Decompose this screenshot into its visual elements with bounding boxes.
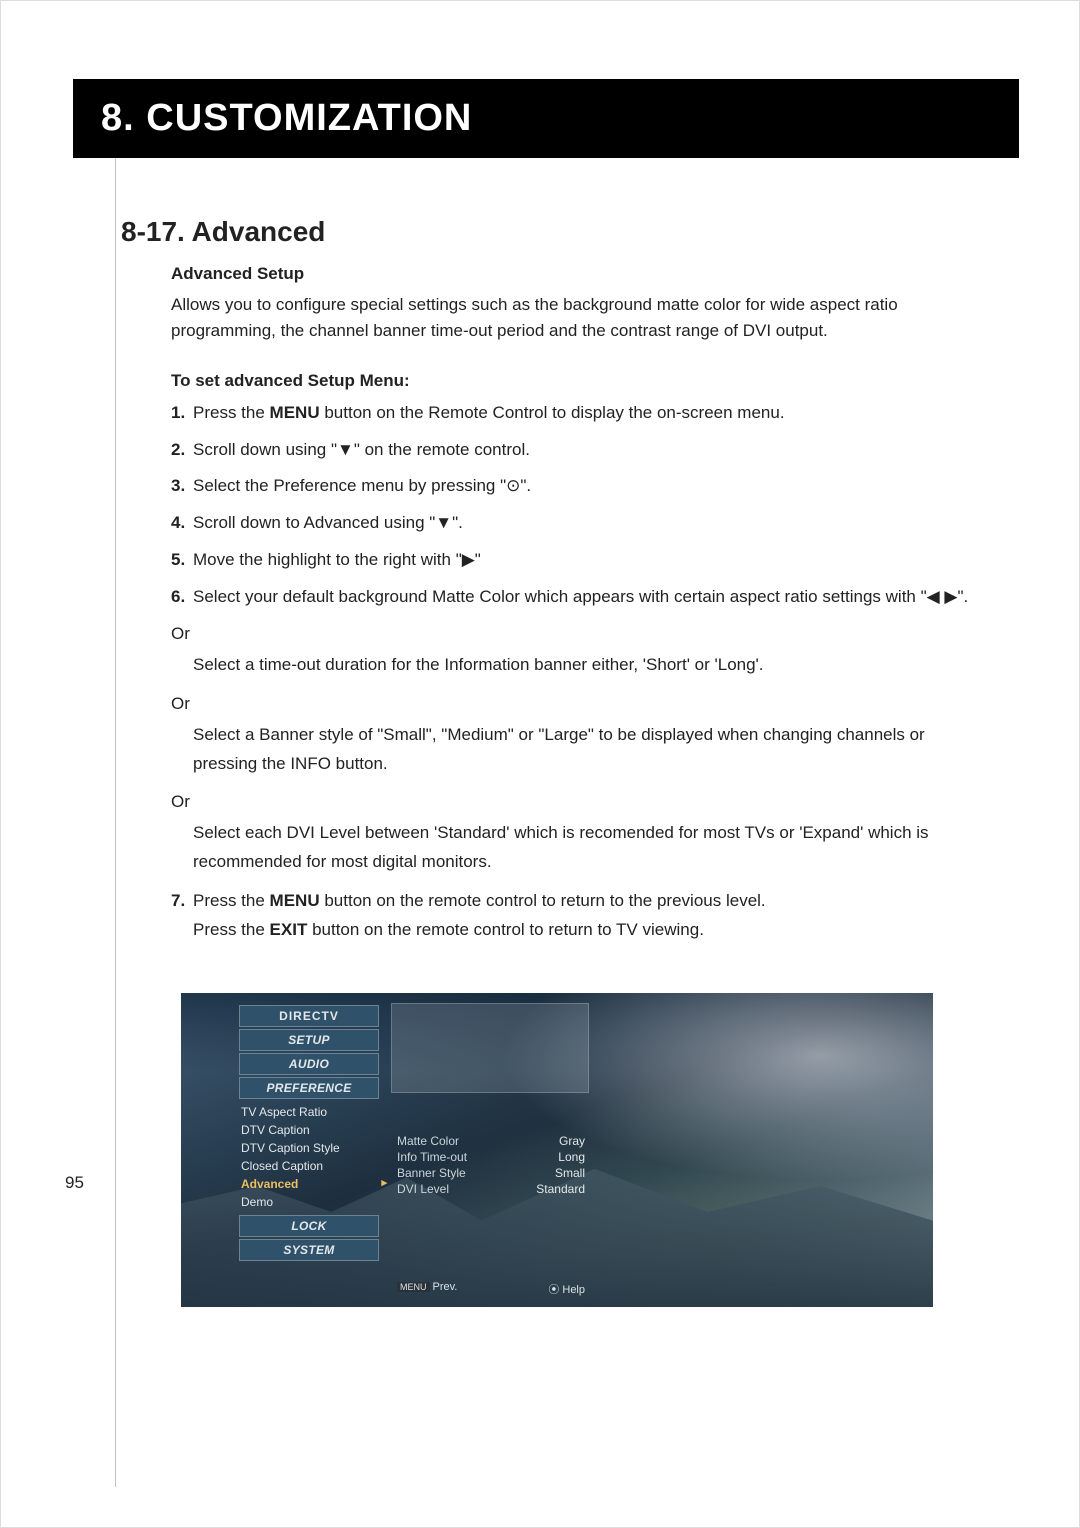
osd-opt-info-timeout[interactable]: Info Time-out Long <box>397 1149 585 1165</box>
step-text: Press the MENU button on the Remote Cont… <box>193 399 969 428</box>
text: button on the remote control to return t… <box>307 920 704 939</box>
step-num: 2. <box>171 436 193 465</box>
osd-opt-matte-color[interactable]: Matte Color Gray <box>397 1133 585 1149</box>
help-icon: ⦿ <box>548 1284 559 1296</box>
osd-pref-dtv-caption[interactable]: DTV Caption <box>239 1121 379 1139</box>
menu-word: MENU <box>270 891 320 910</box>
osd-pref-closed-caption[interactable]: Closed Caption <box>239 1157 379 1175</box>
osd-options-column: Matte Color Gray Info Time-out Long Bann… <box>397 1005 585 1197</box>
opt-value: Standard <box>536 1182 585 1196</box>
step-num: 4. <box>171 509 193 538</box>
text: button on the Remote Control to display … <box>320 403 785 422</box>
or-option-1: Select a time-out duration for the Infor… <box>193 651 969 680</box>
step-5: 5. Move the highlight to the right with … <box>171 546 969 575</box>
step-4: 4. Scroll down to Advanced using "▼". <box>171 509 969 538</box>
step-num: 3. <box>171 472 193 501</box>
opt-value: Small <box>555 1166 585 1180</box>
osd-menu-column: DIRECTV SETUP AUDIO PREFERENCE TV Aspect… <box>239 1005 379 1263</box>
step-text: Scroll down using "▼" on the remote cont… <box>193 436 969 465</box>
osd-menu-setup[interactable]: SETUP <box>239 1029 379 1051</box>
vertical-rule <box>115 137 116 1487</box>
menu-tag-icon: MENU <box>397 1282 430 1292</box>
step-2: 2. Scroll down using "▼" on the remote c… <box>171 436 969 465</box>
text: Press the <box>193 891 270 910</box>
subhead-to-set: To set advanced Setup Menu: <box>171 371 969 391</box>
osd-pref-tv-aspect[interactable]: TV Aspect Ratio <box>239 1103 379 1121</box>
osd-pref-demo[interactable]: Demo <box>239 1193 379 1211</box>
step-text: Press the MENU button on the remote cont… <box>193 887 969 945</box>
text: Press the <box>193 403 270 422</box>
step-num: 7. <box>171 887 193 945</box>
page-number: 95 <box>65 1173 84 1193</box>
step-7: 7. Press the MENU button on the remote c… <box>171 887 969 945</box>
or-option-2: Select a Banner style of "Small", "Mediu… <box>193 721 969 779</box>
prev-label: Prev. <box>433 1281 458 1293</box>
opt-value: Long <box>558 1150 585 1164</box>
text: Press the <box>193 920 270 939</box>
help-label: Help <box>562 1284 585 1296</box>
step-3: 3. Select the Preference menu by pressin… <box>171 472 969 501</box>
osd-pref-advanced[interactable]: Advanced <box>239 1175 379 1193</box>
text: button on the remote control to return t… <box>320 891 766 910</box>
tv-screenshot: DIRECTV SETUP AUDIO PREFERENCE TV Aspect… <box>181 993 933 1307</box>
opt-label: Banner Style <box>397 1166 466 1180</box>
opt-label: Matte Color <box>397 1134 459 1148</box>
subhead-advanced-setup: Advanced Setup <box>171 264 969 284</box>
osd-menu-preference[interactable]: PREFERENCE <box>239 1077 379 1099</box>
content-area: 8-17. Advanced Advanced Setup Allows you… <box>121 216 969 1307</box>
advanced-setup-description: Allows you to configure special settings… <box>171 292 969 345</box>
step-num: 5. <box>171 546 193 575</box>
osd-opt-banner-style[interactable]: Banner Style Small <box>397 1165 585 1181</box>
opt-value: Gray <box>559 1134 585 1148</box>
manual-page: 8. CUSTOMIZATION 8-17. Advanced Advanced… <box>0 0 1080 1528</box>
or-label: Or <box>171 620 969 649</box>
section-title: 8-17. Advanced <box>121 216 969 248</box>
opt-label: Info Time-out <box>397 1150 467 1164</box>
osd-pref-list: TV Aspect Ratio DTV Caption DTV Caption … <box>239 1103 379 1211</box>
step-num: 6. <box>171 583 193 612</box>
step-text: Select your default background Matte Col… <box>193 583 969 612</box>
or-option-3: Select each DVI Level between 'Standard'… <box>193 819 969 877</box>
osd-brand: DIRECTV <box>239 1005 379 1027</box>
exit-word: EXIT <box>270 920 308 939</box>
osd-pref-dtv-caption-style[interactable]: DTV Caption Style <box>239 1139 379 1157</box>
step-text: Scroll down to Advanced using "▼". <box>193 509 969 538</box>
osd-footer-help: ⦿ Help <box>548 1281 585 1297</box>
steps-list: 1. Press the MENU button on the Remote C… <box>171 399 969 945</box>
osd-footer: MENUPrev. ⦿ Help <box>397 1281 585 1297</box>
osd-menu-audio[interactable]: AUDIO <box>239 1053 379 1075</box>
step-6: 6. Select your default background Matte … <box>171 583 969 612</box>
osd-menu-system[interactable]: SYSTEM <box>239 1239 379 1261</box>
step-text: Move the highlight to the right with "▶" <box>193 546 969 575</box>
osd-opt-dvi-level[interactable]: DVI Level Standard <box>397 1181 585 1197</box>
step-num: 1. <box>171 399 193 428</box>
osd-options-table: Matte Color Gray Info Time-out Long Bann… <box>397 1133 585 1197</box>
step-1: 1. Press the MENU button on the Remote C… <box>171 399 969 428</box>
chapter-heading: 8. CUSTOMIZATION <box>73 79 1019 158</box>
or-label: Or <box>171 690 969 719</box>
opt-label: DVI Level <box>397 1182 449 1196</box>
osd-menu-lock[interactable]: LOCK <box>239 1215 379 1237</box>
step-text: Select the Preference menu by pressing "… <box>193 472 969 501</box>
or-label: Or <box>171 788 969 817</box>
menu-word: MENU <box>270 403 320 422</box>
osd-footer-prev: MENUPrev. <box>397 1281 457 1297</box>
